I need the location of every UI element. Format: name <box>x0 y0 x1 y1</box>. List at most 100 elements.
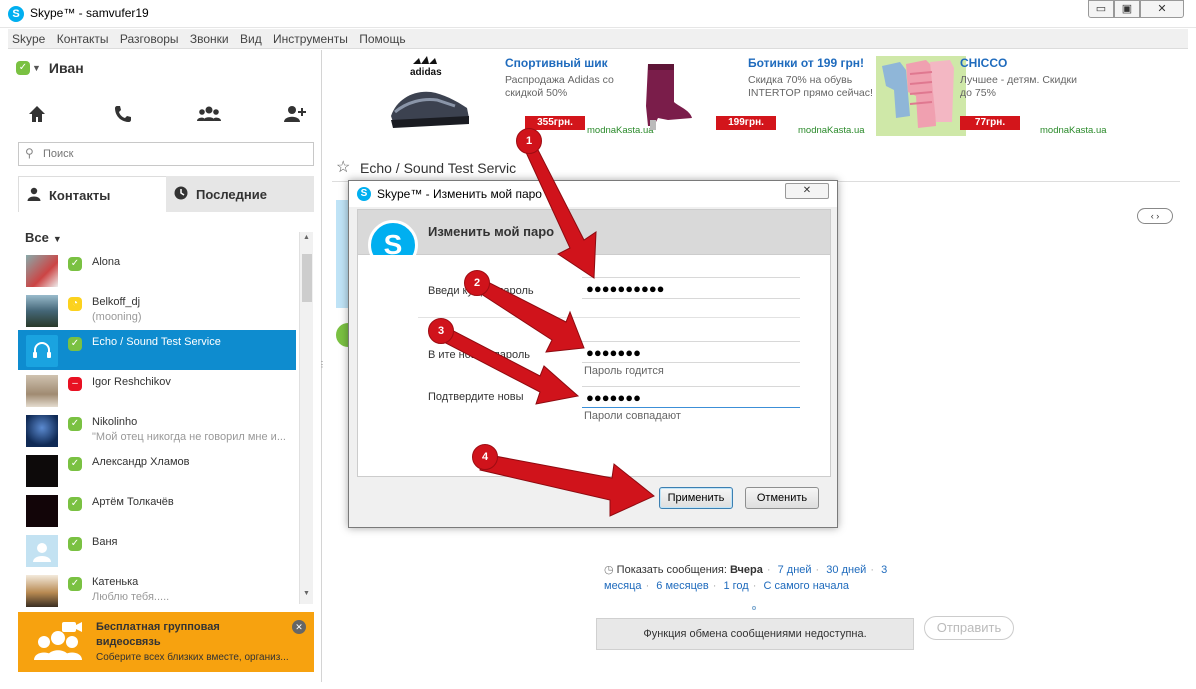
user-name: Иван <box>48 60 84 76</box>
contact-row-tolkachev[interactable]: ✓ Артём Толкачёв <box>18 490 296 530</box>
scroll-up-icon[interactable]: ▲ <box>303 234 310 241</box>
search-field[interactable]: ⚲ <box>18 142 314 166</box>
menu-conversations[interactable]: Разговоры <box>116 29 183 46</box>
add-contact-icon[interactable] <box>280 104 310 130</box>
current-password-field[interactable] <box>582 277 800 299</box>
busy-status-icon: – <box>68 377 82 391</box>
scroll-down-icon[interactable]: ▼ <box>303 590 310 597</box>
contact-name: Nikolinho <box>92 416 138 428</box>
menu-tools[interactable]: Инструменты <box>269 29 352 46</box>
tab-contacts[interactable]: Контакты <box>18 176 166 212</box>
confirm-password-hint: Пароли совпадают <box>584 410 681 422</box>
contact-name: Александр Хламов <box>92 456 190 468</box>
confirm-password-field[interactable] <box>582 386 800 408</box>
skype-logo-icon: S <box>357 187 371 201</box>
user-status-menu[interactable]: ✓ ▼ Иван <box>16 60 84 82</box>
minimize-button[interactable]: ▭ <box>1088 0 1114 18</box>
tab-recent-label: Последние <box>196 187 267 202</box>
contact-row-echo[interactable]: ✓ Echo / Sound Test Service <box>18 330 296 370</box>
promo-text: Соберите всех близких вместе, организ... <box>96 652 289 663</box>
ad-title: CHICCO <box>960 56 1008 70</box>
history-link-all[interactable]: С самого начала <box>763 580 849 592</box>
dialog-header-title: Изменить мой паро <box>428 224 555 239</box>
cancel-button[interactable]: Отменить <box>745 487 819 509</box>
ad-intertop[interactable]: Ботинки от 199 грн! Скидка 70% на обувь … <box>628 52 873 142</box>
contact-mood: (mooning) <box>92 311 142 323</box>
contact-row-belkoff[interactable]: ◔ Belkoff_dj (mooning) <box>18 290 296 330</box>
chevron-down-icon: ▼ <box>52 234 62 244</box>
contact-row-vanya[interactable]: ✓ Ваня <box>18 530 296 570</box>
close-icon[interactable]: ✕ <box>292 620 306 634</box>
promo-title-line2: видеосвязь <box>96 636 161 648</box>
menu-bar: Skype Контакты Разговоры Звонки Вид Инст… <box>8 29 1188 49</box>
contact-list: ✓ Alona ◔ Belkoff_dj (mooning) ✓ Echo / … <box>18 250 296 610</box>
maximize-button[interactable]: ▣ <box>1114 0 1140 18</box>
change-password-dialog: S Skype™ - Изменить мой паро ✕ S Изменит… <box>348 180 838 528</box>
contact-name: Alona <box>92 256 121 268</box>
history-link-6months[interactable]: 6 месяцев <box>656 580 708 592</box>
contact-row-khlamov[interactable]: ✓ Александр Хламов <box>18 450 296 490</box>
menu-contacts[interactable]: Контакты <box>53 29 113 46</box>
ad-price: 355грн. <box>525 116 585 130</box>
contact-name: Echo / Sound Test Service <box>92 336 221 348</box>
online-status-icon: ✓ <box>68 457 82 471</box>
contact-row-nikolinho[interactable]: ✓ Nikolinho "Мой отец никогда не говорил… <box>18 410 296 450</box>
online-status-icon: ✓ <box>68 337 82 351</box>
conversation-name: Echo / Sound Test Servic <box>360 160 517 176</box>
avatar <box>26 575 58 607</box>
ad-description: Скидка 70% на обувь INTERTOP прямо сейча… <box>748 74 873 99</box>
close-button[interactable]: ✕ <box>1140 0 1184 18</box>
conversation-header: ☆ Echo / Sound Test Servic <box>332 150 1180 182</box>
dialog-title: Skype™ - Изменить мой паро <box>377 187 542 201</box>
menu-skype[interactable]: Skype <box>8 29 49 46</box>
ad-description: Распродажа Adidas со скидкой 50% <box>505 74 614 99</box>
chevron-down-icon: ▼ <box>32 63 41 74</box>
menu-view[interactable]: Вид <box>236 29 266 46</box>
history-current: Вчера <box>730 564 763 576</box>
contact-list-scrollbar[interactable]: ▲ ▼ <box>299 232 313 604</box>
divider <box>418 317 800 318</box>
avatar <box>26 295 58 327</box>
tab-contacts-label: Контакты <box>49 188 111 203</box>
dialog-close-button[interactable]: ✕ <box>785 183 829 199</box>
contact-name: Ваня <box>92 536 118 548</box>
scrollbar-thumb[interactable] <box>302 254 312 302</box>
send-button[interactable]: Отправить <box>924 616 1014 640</box>
menu-help[interactable]: Помощь <box>355 29 409 46</box>
menu-calls[interactable]: Звонки <box>186 29 233 46</box>
search-input[interactable] <box>43 146 303 162</box>
contact-row-igor[interactable]: – Igor Reshchikov <box>18 370 296 410</box>
home-icon[interactable] <box>22 104 52 130</box>
new-password-label: В ите новый пароль <box>428 349 530 361</box>
history-prefix: Показать сообщения: <box>616 564 727 576</box>
ad-adidas[interactable]: adidas Спортивный шик Распродажа Adidas … <box>385 52 654 142</box>
phone-icon[interactable] <box>108 104 138 130</box>
apply-button[interactable]: Применить <box>659 487 733 509</box>
window-titlebar: S Skype™ - samvufer19 ▭ ▣ ✕ <box>0 0 1196 28</box>
contact-row-katenka[interactable]: ✓ Катенька Люблю тебя..... <box>18 570 296 610</box>
history-link-1year[interactable]: 1 год <box>723 580 748 592</box>
new-password-field[interactable] <box>582 341 800 363</box>
tab-recent[interactable]: Последние <box>166 176 314 212</box>
ad-title: Ботинки от 199 грн! <box>748 56 865 70</box>
panel-resize-handle[interactable]: ⋮ <box>318 360 326 376</box>
contact-mood: Люблю тебя..... <box>92 591 170 603</box>
star-icon[interactable]: ☆ <box>336 157 350 177</box>
group-video-icon <box>30 622 86 670</box>
prev-next-arrows[interactable]: ‹ › <box>1137 208 1173 224</box>
contact-row-alona[interactable]: ✓ Alona <box>18 250 296 290</box>
group-icon[interactable] <box>194 104 224 130</box>
sneaker-image: adidas <box>385 56 475 136</box>
default-avatar-icon <box>26 535 58 567</box>
contact-filter-dropdown[interactable]: Все ▼ <box>25 230 62 245</box>
contact-mood: "Мой отец никогда не говорил мне и... <box>92 431 286 443</box>
group-video-promo[interactable]: Бесплатная групповая видеосвязь Соберите… <box>18 612 314 672</box>
contact-name: Катенька <box>92 576 139 588</box>
search-icon: ⚲ <box>25 146 34 160</box>
ad-banner: adidas Спортивный шик Распродажа Adidas … <box>330 52 1190 142</box>
clock-icon: ◷ <box>604 564 614 576</box>
history-link-30days[interactable]: 30 дней <box>826 564 866 576</box>
ad-chicco[interactable]: CHICCO Лучшее - детям. Скидки до 75% 77г… <box>876 52 1116 142</box>
history-link-7days[interactable]: 7 дней <box>778 564 812 576</box>
dialog-footer: Применить Отменить <box>349 477 837 527</box>
